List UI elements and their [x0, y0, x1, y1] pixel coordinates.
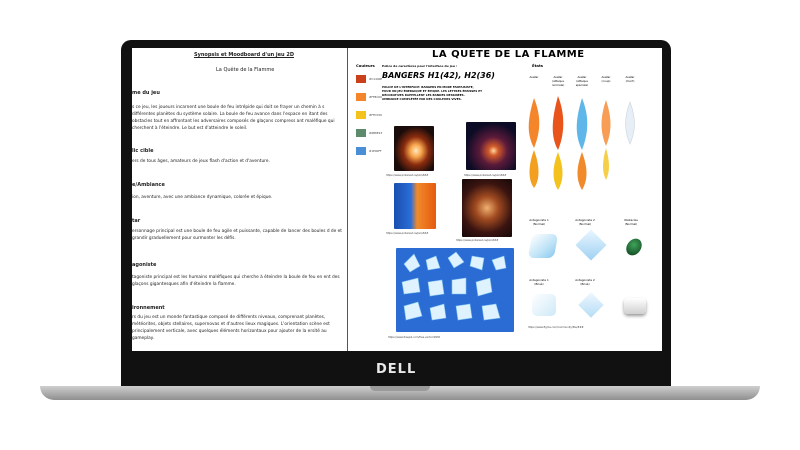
fireball-image[interactable]: [394, 126, 434, 171]
color-swatch-yellow: [356, 111, 366, 119]
flame-avatar-sprites: [528, 96, 635, 190]
color-swatch-label: #1E90FF: [369, 149, 382, 153]
image-source-url[interactable]: https://www.freepik.com/free-vector/###: [388, 336, 440, 339]
nebula-image[interactable]: [462, 179, 512, 237]
ice-crystal-broken-2: [578, 292, 604, 318]
fire-ice-image[interactable]: [394, 183, 436, 229]
ice-crystals-image[interactable]: [396, 248, 514, 332]
moodboard-title: LA QUETE DE LA FLAMME: [432, 49, 585, 60]
image-source-url[interactable]: https://www.pinterest.ca/pin/###: [386, 232, 428, 235]
laptop-screen: Synopsis et Moodboard d'un jeu 2D La Quê…: [132, 48, 662, 351]
section-text-genre: ion, aventure, avec une ambiance dynamiq…: [132, 195, 273, 200]
avatar-state-label: Avatar (attaque normale): [551, 75, 565, 87]
section-heading-genre: e/Ambiance: [132, 182, 165, 188]
section-heading-theme: me du jeu: [132, 90, 160, 96]
section-text-antagonist: tagoniste principal est les humains malé…: [132, 275, 340, 287]
font-description: POLICE DE L'INTERFACE: BANGERS EN MODE F…: [382, 85, 483, 101]
color-swatch-orange: [356, 93, 366, 101]
color-swatch-label: #FF8C00: [369, 95, 382, 99]
font-sample: BANGERS H1(42), H2(36): [382, 71, 495, 80]
image-source-url[interactable]: https://www.pinterest.ca/pin/###: [464, 174, 506, 177]
section-heading-environment: ironnement: [132, 305, 165, 311]
enemy-label: Antagoniste 1 (Normal): [529, 218, 549, 226]
enemy-label: Antagoniste 2 (Normal): [575, 218, 595, 226]
enemy-label: Antagoniste 1 (Brisé): [529, 278, 549, 286]
figma-community-url[interactable]: https://www.figma.com/community/file/###: [528, 326, 584, 329]
color-swatch-red: [356, 75, 366, 83]
color-swatch-label: #C1440E: [369, 77, 383, 81]
color-swatch-label: #FFD700: [369, 113, 383, 117]
rock-obstacle: [624, 298, 646, 314]
laptop-base-notch: [370, 386, 430, 391]
image-source-url[interactable]: https://www.pinterest.ca/pin/###: [456, 239, 498, 242]
ice-cube-broken-1: [532, 294, 556, 316]
colors-label: Couleurs: [356, 63, 375, 68]
galaxy-image[interactable]: [466, 122, 516, 170]
avatar-state-label: Avatar (mort): [625, 75, 635, 83]
avatar-state-label: Avatar: [529, 75, 539, 79]
avatar-state-label: Avatar (coup): [601, 75, 611, 83]
moodboard[interactable]: LA QUETE DE LA FLAMME Couleurs #C1440E #…: [348, 48, 662, 351]
color-swatch-green: [356, 129, 366, 137]
section-heading-avatar: tar: [132, 218, 141, 224]
document-subtitle: La Quête de la Flamme: [216, 67, 275, 73]
enemy-label: Obstacles (Normal): [624, 218, 638, 226]
ice-crystal-enemy-2: [575, 229, 607, 261]
section-text-audience: ers de tous âges, amateurs de jeux flash…: [132, 159, 270, 164]
font-caption: Police de caractères pour l'interface du…: [382, 64, 458, 68]
dell-logo: DELL: [376, 362, 417, 377]
green-obstacle: [623, 235, 645, 259]
image-source-url[interactable]: https://www.pinterest.ca/pin/###: [386, 174, 428, 177]
avatar-state-label: Avatar (attaque spéciale): [575, 75, 589, 87]
ice-cube-enemy-1: [527, 234, 559, 258]
states-label: États: [532, 63, 544, 68]
section-text-theme: s ce jeu, les joueurs incarnent une boul…: [132, 105, 335, 131]
enemy-label: Antagoniste 2 (Brisé): [575, 278, 595, 286]
color-swatch-blue: [356, 147, 366, 155]
section-text-environment: rs du jeu est un monde fantastique compo…: [132, 315, 330, 341]
section-text-avatar: ersonnage principal est une boule de feu…: [132, 229, 342, 241]
synopsis-document[interactable]: Synopsis et Moodboard d'un jeu 2D La Quê…: [132, 48, 347, 351]
color-swatch-label: #6B8E23: [369, 131, 383, 135]
document-title: Synopsis et Moodboard d'un jeu 2D: [194, 52, 294, 58]
section-heading-audience: lic cible: [132, 148, 154, 154]
section-heading-antagonist: agoniste: [132, 262, 157, 268]
